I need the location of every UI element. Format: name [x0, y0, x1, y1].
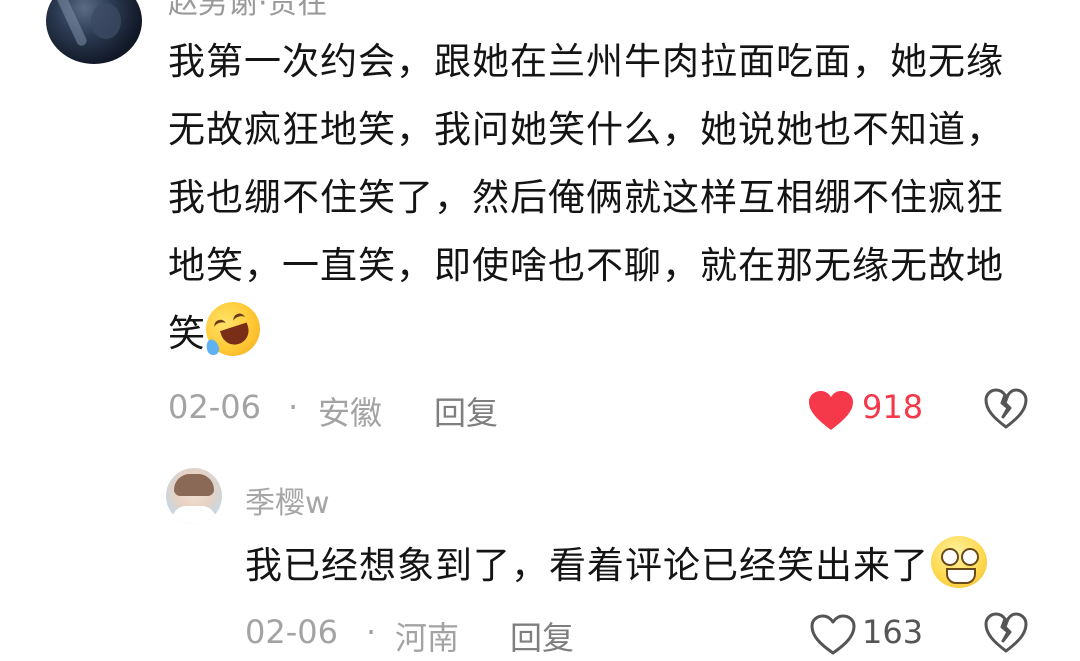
reply-username[interactable]: 季樱w: [245, 478, 330, 522]
goofy-face-emoji-icon: [931, 536, 987, 590]
reply-button[interactable]: 回复: [434, 388, 498, 434]
reply-like-count: 163: [862, 613, 924, 651]
reply-text: 我已经想象到了，看着评论已经笑出来了: [245, 532, 1045, 600]
like-count: 918: [862, 388, 924, 426]
dislike-broken-heart-icon[interactable]: [984, 388, 1028, 430]
rolling-laughing-emoji-icon: [198, 294, 268, 364]
meta-separator: ·: [288, 388, 299, 426]
reply-avatar[interactable]: [166, 468, 222, 524]
comment-text: 我第一次约会，跟她在兰州牛肉拉面吃面，她无缘无故疯狂地笑，我问她笑什么，她说她也…: [168, 28, 1028, 368]
comment-body: 我第一次约会，跟她在兰州牛肉拉面吃面，她无缘无故疯狂地笑，我问她笑什么，她说她也…: [168, 40, 1004, 355]
comment-date: 02-06: [168, 388, 261, 426]
previous-username-cut: 赵男谢·贵在: [168, 0, 328, 21]
like-heart-outline-icon[interactable]: [810, 614, 856, 656]
reply-dislike-broken-heart-icon[interactable]: [984, 612, 1028, 654]
reply-body: 我已经想象到了，看着评论已经笑出来了: [245, 544, 929, 587]
reply-location: 河南: [395, 619, 460, 657]
like-heart-filled-icon[interactable]: [808, 390, 854, 432]
reply-meta-separator: ·: [366, 613, 377, 651]
reply-reply-button[interactable]: 回复: [510, 613, 574, 659]
reply-date: 02-06: [245, 613, 338, 651]
commenter-avatar[interactable]: [46, 0, 142, 64]
comment-location: 安徽: [318, 394, 383, 432]
